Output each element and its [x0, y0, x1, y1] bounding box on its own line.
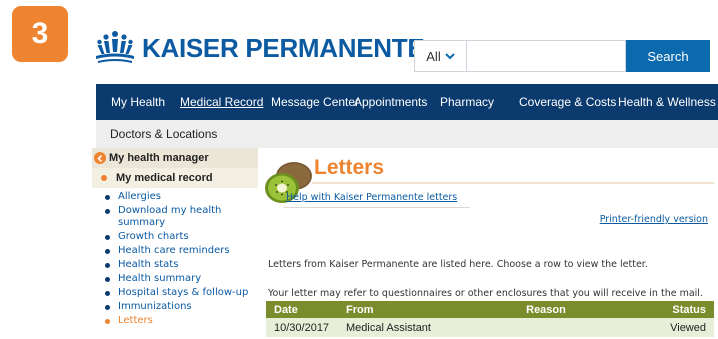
title-divider: [312, 182, 714, 184]
sidebar-item-label: Download my health summary: [118, 205, 222, 228]
bullet-icon: [105, 305, 110, 310]
sidebar-item-health-care-reminders[interactable]: Health care reminders: [92, 245, 258, 257]
sidebar-parent-link[interactable]: My health manager: [92, 148, 258, 168]
secondary-navigation: Doctors & Locations: [96, 120, 718, 148]
column-header-date: Date: [266, 301, 338, 318]
nav-item-my-health[interactable]: My Health: [111, 95, 165, 109]
enclosure-note: Your letter may refer to questionnaires …: [268, 288, 703, 299]
letter-reason: [448, 318, 644, 337]
sidebar-section-label: My medical record: [116, 172, 213, 184]
sidebar-item-health-stats[interactable]: Health stats: [92, 259, 258, 271]
sidebar-item-allergies[interactable]: Allergies: [92, 191, 258, 203]
kaiser-permanente-logo[interactable]: KAISER PERMANENTE ®: [96, 26, 436, 70]
sidebar-section-medical-record[interactable]: My medical record: [92, 168, 258, 188]
sidebar-item-label: Health care reminders: [118, 245, 230, 256]
bullet-icon: [105, 277, 110, 282]
help-letters-link[interactable]: Help with Kaiser Permanente letters: [286, 192, 457, 203]
nav-item-health-wellness[interactable]: Health & Wellness: [618, 95, 716, 109]
sidebar-item-label: Hospital stays & follow-up: [118, 287, 249, 298]
sidebar-item-label: Growth charts: [118, 231, 189, 242]
bullet-icon: [105, 195, 110, 200]
search-scope-dropdown[interactable]: All: [414, 40, 466, 72]
sidebar-item-label: Immunizations: [118, 301, 192, 312]
bullet-icon: [105, 291, 110, 296]
kp-figures-icon: [96, 31, 134, 63]
nav-item-message-center[interactable]: Message Center: [271, 95, 359, 109]
bullet-icon: [105, 235, 110, 240]
sidebar-item-letters[interactable]: Letters: [92, 315, 258, 327]
bullet-icon: [105, 209, 110, 214]
sidebar-item-hospital-stays[interactable]: Hospital stays & follow-up: [92, 287, 258, 299]
sidebar-item-health-summary[interactable]: Health summary: [92, 273, 258, 285]
sidebar-item-download-summary[interactable]: Download my health summary: [92, 205, 258, 229]
search-input[interactable]: [466, 40, 626, 72]
bullet-icon: [105, 249, 110, 254]
main-content: Letters Help with Kaiser Permanente lett…: [258, 148, 718, 339]
column-header-status: Status: [644, 301, 714, 318]
letter-from: Medical Assistant: [338, 318, 448, 337]
sidebar-item-label: Allergies: [118, 191, 161, 202]
letters-table: Date From Reason Status 10/30/2017 Medic…: [266, 301, 714, 337]
nav-item-medical-record[interactable]: Medical Record: [180, 95, 263, 109]
column-header-reason: Reason: [448, 301, 644, 318]
nav-item-pharmacy[interactable]: Pharmacy: [440, 95, 494, 109]
search-button[interactable]: Search: [626, 40, 710, 72]
sidebar-item-label: Letters: [118, 315, 153, 326]
chevron-down-icon: [445, 52, 455, 59]
bullet-icon: [105, 263, 110, 268]
sidebar-list: Allergies Download my health summary Gro…: [92, 191, 258, 327]
nav-item-doctors-locations[interactable]: Doctors & Locations: [110, 127, 217, 141]
back-arrow-icon: [94, 152, 106, 164]
sidebar-item-immunizations[interactable]: Immunizations: [92, 301, 258, 313]
page-title: Letters: [314, 156, 385, 179]
sidebar-parent-label: My health manager: [109, 152, 209, 164]
search-scope-label: All: [426, 48, 441, 64]
bullet-icon: [101, 175, 107, 181]
step-number-badge: 3: [12, 6, 68, 62]
sidebar-item-label: Health summary: [118, 273, 202, 284]
table-header-row: Date From Reason Status: [266, 301, 714, 318]
letter-status: Viewed: [644, 318, 714, 337]
printer-friendly-link[interactable]: Printer-friendly version: [600, 214, 708, 225]
nav-item-coverage-costs[interactable]: Coverage & Costs: [519, 95, 616, 109]
main-navigation: My Health Medical Record Message Center …: [96, 84, 718, 120]
divider: [284, 207, 470, 208]
letter-date: 10/30/2017: [266, 318, 338, 337]
sidebar-item-label: Health stats: [118, 259, 179, 270]
table-row[interactable]: 10/30/2017 Medical Assistant Viewed: [266, 318, 714, 337]
sidebar-item-growth-charts[interactable]: Growth charts: [92, 231, 258, 243]
brand-name: KAISER PERMANENTE: [142, 32, 425, 63]
intro-text: Letters from Kaiser Permanente are liste…: [268, 259, 648, 270]
sidebar: My health manager My medical record Alle…: [92, 148, 258, 339]
column-header-from: From: [338, 301, 448, 318]
bullet-icon: [105, 319, 110, 324]
nav-item-appointments[interactable]: Appointments: [354, 95, 427, 109]
